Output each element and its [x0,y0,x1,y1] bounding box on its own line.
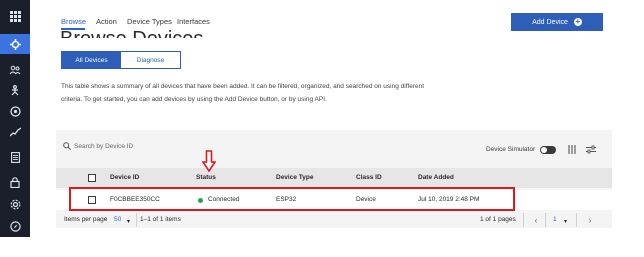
column-header-device-type[interactable]: Device Type [276,174,313,181]
search-input[interactable] [74,139,214,153]
toggle-knob [541,147,547,153]
column-header-date-added[interactable]: Date Added [418,174,454,181]
plus-circle-icon: + [573,17,582,26]
items-per-page-label: Items per page [64,216,108,223]
table-settings-icon[interactable] [586,145,596,154]
items-per-page-chevron-down-icon[interactable]: ▾ [127,218,130,225]
current-page-select[interactable]: 1 [553,216,557,223]
logs-icon[interactable] [0,147,30,167]
pagination-divider-3 [545,213,546,227]
column-header-status[interactable]: Status [196,174,216,181]
items-per-page-select[interactable]: 50 [114,216,121,223]
apps-icon[interactable] [0,80,30,100]
select-all-checkbox[interactable] [88,174,96,182]
settings-gear-icon[interactable] [0,194,30,214]
page-title: Browse Devices [60,24,203,38]
left-nav-rail [0,0,30,237]
column-header-device-id[interactable]: Device ID [110,174,139,181]
page-count-text: 1 of 1 pages [480,216,516,223]
columns-icon[interactable] [568,145,576,154]
page-description: This table shows a summary of all device… [61,80,441,106]
analytics-icon[interactable] [0,122,30,142]
description-line-2: criteria. To get started, you can add de… [61,96,327,103]
members-icon[interactable] [0,60,30,80]
item-range-text: 1–1 of 1 items [140,216,181,223]
add-device-button[interactable]: Add Device + [511,13,603,31]
column-header-class-id[interactable]: Class ID [356,174,382,181]
prev-page-chevron-left-icon[interactable]: ‹ [530,213,542,227]
help-compass-icon[interactable] [0,216,30,236]
security-icon[interactable] [0,172,30,192]
devices-icon[interactable] [0,34,30,54]
table-header [56,168,612,188]
device-simulator-label: Device Simulator [486,146,536,153]
page-chevron-down-icon[interactable]: ▾ [564,218,567,225]
segment-diagnose[interactable]: Diagnose [121,52,180,68]
next-page-chevron-right-icon[interactable]: › [584,213,596,227]
pagination-divider-2 [523,213,524,227]
rules-icon[interactable] [0,101,30,121]
device-simulator-toggle[interactable] [540,146,556,154]
annotation-highlight-box [69,187,515,211]
description-line-1: This table shows a summary of all device… [61,83,425,90]
annotation-down-arrow-icon [202,150,216,172]
segment-all-devices[interactable]: All Devices [62,52,121,68]
view-switcher: All Devices Diagnose [61,51,181,69]
pagination-divider-4 [576,213,577,227]
app-switcher-icon[interactable] [0,6,30,26]
search-icon [63,142,71,150]
add-device-label: Add Device [532,18,568,26]
pagination-divider [136,213,137,227]
